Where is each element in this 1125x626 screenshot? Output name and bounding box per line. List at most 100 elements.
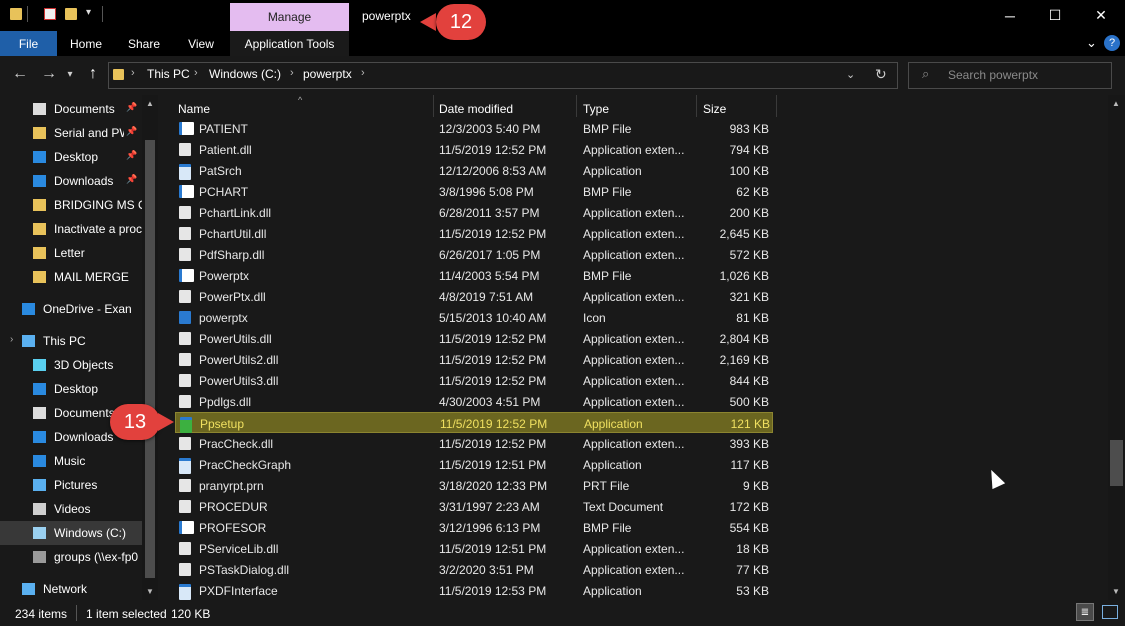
desktop-icon bbox=[33, 383, 46, 395]
file-row[interactable]: PATIENT 12/3/2003 5:40 PM BMP File 983 KB bbox=[175, 118, 773, 139]
nav-item-3d-objects[interactable]: 3D Objects bbox=[0, 353, 142, 377]
file-type-icon bbox=[179, 143, 191, 156]
column-header-name[interactable]: Name bbox=[178, 102, 210, 116]
nav-item-onedrive-exan[interactable]: OneDrive - Exan bbox=[0, 297, 142, 321]
file-row[interactable]: PROCEDUR 3/31/1997 2:23 AM Text Document 17… bbox=[175, 496, 773, 517]
collapse-ribbon-icon[interactable]: ⌄ bbox=[1086, 35, 1097, 51]
nav-item-desktop[interactable]: Desktop 📌 bbox=[0, 145, 142, 169]
large-icons-view-icon[interactable] bbox=[1102, 605, 1118, 619]
nav-item-bridging-ms-o[interactable]: BRIDGING MS O bbox=[0, 193, 142, 217]
scroll-down-icon[interactable]: ▼ bbox=[146, 587, 154, 596]
breadcrumb-powerptx[interactable]: powerptx bbox=[303, 67, 352, 81]
tab-share[interactable]: Share bbox=[120, 31, 168, 56]
file-type-icon bbox=[179, 458, 191, 474]
nav-item-network[interactable]: Network bbox=[0, 577, 142, 601]
expand-chevron-icon[interactable]: › bbox=[10, 334, 13, 345]
file-row[interactable]: PracCheck.dll 11/5/2019 12:52 PM Applicati… bbox=[175, 433, 773, 454]
nav-item-inactivate-a-proc[interactable]: Inactivate a proc bbox=[0, 217, 142, 241]
pin-icon: 📌 bbox=[126, 126, 138, 136]
file-row[interactable]: PchartUtil.dll 11/5/2019 12:52 PM Applicat… bbox=[175, 223, 773, 244]
nav-item-desktop[interactable]: Desktop bbox=[0, 377, 142, 401]
breadcrumb-this-pc[interactable]: This PC bbox=[147, 67, 190, 81]
minimize-button[interactable]: ─ bbox=[987, 0, 1033, 31]
column-header-size[interactable]: Size bbox=[703, 102, 726, 116]
nav-item-windows-c[interactable]: Windows (C:) bbox=[0, 521, 142, 545]
recent-locations-icon[interactable]: ▾ bbox=[62, 63, 78, 85]
manage-tab[interactable]: Manage bbox=[230, 3, 349, 31]
file-row[interactable]: PROFESOR 3/12/1996 6:13 PM BMP File 554 KB bbox=[175, 517, 773, 538]
file-row[interactable]: PSTaskDialog.dll 3/2/2020 3:51 PM Applicat… bbox=[175, 559, 773, 580]
chevron-right-icon[interactable]: › bbox=[194, 67, 198, 79]
file-row[interactable]: PXDFInterface 11/5/2019 12:53 PM Applicati… bbox=[175, 580, 773, 600]
properties-icon[interactable] bbox=[44, 8, 56, 20]
up-icon[interactable]: ↑ bbox=[82, 63, 104, 85]
details-view-icon[interactable]: ≣ bbox=[1076, 603, 1094, 621]
scroll-down-icon[interactable]: ▼ bbox=[1112, 587, 1120, 596]
computer-icon bbox=[22, 335, 35, 347]
chevron-right-icon[interactable]: › bbox=[361, 67, 365, 79]
nav-item-mail-merge[interactable]: MAIL MERGE bbox=[0, 265, 142, 289]
nav-item-downloads[interactable]: Downloads 📌 bbox=[0, 169, 142, 193]
file-row[interactable]: PowerUtils.dll 11/5/2019 12:52 PM Applicat… bbox=[175, 328, 773, 349]
file-row[interactable]: PdfSharp.dll 6/26/2017 1:05 PM Application… bbox=[175, 244, 773, 265]
forward-icon[interactable]: → bbox=[38, 63, 60, 85]
file-row[interactable]: Powerptx 11/4/2003 5:54 PM BMP File 1,026 K… bbox=[175, 265, 773, 286]
file-row[interactable]: PracCheckGraph 11/5/2019 12:51 PM Applicat… bbox=[175, 454, 773, 475]
file-row[interactable]: Ppsetup 11/5/2019 12:52 PM Application 121 … bbox=[175, 412, 773, 433]
file-row[interactable]: PServiceLib.dll 11/5/2019 12:51 PM Applica… bbox=[175, 538, 773, 559]
column-header-type[interactable]: Type bbox=[583, 102, 609, 116]
address-dropdown-icon[interactable]: ⌄ bbox=[846, 68, 855, 81]
tab-file[interactable]: File bbox=[0, 31, 57, 56]
nav-scroll-thumb[interactable] bbox=[145, 140, 155, 578]
file-type: Application exten... bbox=[583, 437, 685, 451]
file-row[interactable]: PCHART 3/8/1996 5:08 PM BMP File 62 KB bbox=[175, 181, 773, 202]
qat-dropdown-icon[interactable]: ▾ bbox=[86, 7, 91, 18]
maximize-button[interactable]: ☐ bbox=[1032, 0, 1078, 31]
file-row[interactable]: PowerUtils3.dll 11/5/2019 12:52 PM Applica… bbox=[175, 370, 773, 391]
help-icon[interactable]: ? bbox=[1104, 35, 1120, 51]
column-divider[interactable] bbox=[576, 95, 577, 117]
file-row[interactable]: PchartLink.dll 6/28/2011 3:57 PM Applicati… bbox=[175, 202, 773, 223]
column-divider[interactable] bbox=[776, 95, 777, 117]
close-button[interactable]: ✕ bbox=[1078, 0, 1124, 31]
chevron-right-icon[interactable]: › bbox=[131, 67, 135, 79]
file-row[interactable]: PowerUtils2.dll 11/5/2019 12:52 PM Applica… bbox=[175, 349, 773, 370]
file-date: 11/5/2019 12:52 PM bbox=[439, 353, 547, 367]
scroll-up-icon[interactable]: ▲ bbox=[146, 99, 154, 108]
selection-size: 120 KB bbox=[171, 607, 211, 621]
file-row[interactable]: PowerPtx.dll 4/8/2019 7:51 AM Application … bbox=[175, 286, 773, 307]
file-row[interactable]: pranyrpt.prn 3/18/2020 12:33 PM PRT File 9 … bbox=[175, 475, 773, 496]
column-header-date[interactable]: Date modified bbox=[439, 102, 513, 116]
file-row[interactable]: Ppdlgs.dll 4/30/2003 4:51 PM Application e… bbox=[175, 391, 773, 412]
nav-item-label: Pictures bbox=[54, 478, 98, 492]
file-row[interactable]: Patient.dll 11/5/2019 12:52 PM Application… bbox=[175, 139, 773, 160]
tab-view[interactable]: View bbox=[178, 31, 224, 56]
new-folder-icon[interactable] bbox=[65, 8, 77, 20]
nav-item-this-pc[interactable]: This PC › bbox=[0, 329, 142, 353]
file-type: Application exten... bbox=[583, 395, 685, 409]
nav-item-groups-ex-fp0[interactable]: groups (\\ex-fp0 bbox=[0, 545, 142, 569]
tab-application-tools[interactable]: Application Tools bbox=[230, 31, 349, 56]
breadcrumb-windows-c[interactable]: Windows (C:) bbox=[209, 67, 281, 81]
nav-item-videos[interactable]: Videos bbox=[0, 497, 142, 521]
column-divider[interactable] bbox=[433, 95, 434, 117]
nav-item-music[interactable]: Music bbox=[0, 449, 142, 473]
nav-item-pictures[interactable]: Pictures bbox=[0, 473, 142, 497]
file-row[interactable]: powerptx 5/15/2013 10:40 AM Icon 81 KB bbox=[175, 307, 773, 328]
back-icon[interactable]: ← bbox=[9, 63, 31, 85]
file-list-scrollbar[interactable] bbox=[1108, 95, 1125, 600]
scroll-up-icon[interactable]: ▲ bbox=[1112, 99, 1120, 108]
tab-home[interactable]: Home bbox=[62, 31, 110, 56]
nav-item-letter[interactable]: Letter bbox=[0, 241, 142, 265]
nav-item-serial-and-pw[interactable]: Serial and PW 📌 bbox=[0, 121, 142, 145]
3d-objects-icon bbox=[33, 359, 46, 371]
column-divider[interactable] bbox=[696, 95, 697, 117]
file-size: 500 KB bbox=[729, 395, 769, 409]
file-date: 11/5/2019 12:52 PM bbox=[439, 227, 547, 241]
chevron-right-icon[interactable]: › bbox=[290, 67, 294, 79]
file-row[interactable]: PatSrch 12/12/2006 8:53 AM Application 100 … bbox=[175, 160, 773, 181]
file-type-icon bbox=[179, 206, 191, 219]
nav-item-documents[interactable]: Documents 📌 bbox=[0, 97, 142, 121]
refresh-icon[interactable]: ↻ bbox=[875, 66, 887, 83]
file-list-scroll-thumb[interactable] bbox=[1110, 440, 1123, 486]
